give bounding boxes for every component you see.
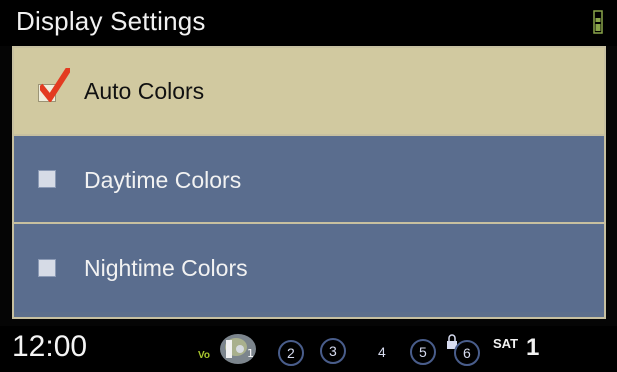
settings-panel: Auto Colors Daytime Colors Nightime Colo…: [12, 46, 606, 319]
preset-number-5: 5: [419, 344, 427, 360]
menu-item-label-auto-colors: Auto Colors: [84, 78, 205, 104]
page-title: Display Settings: [16, 6, 206, 36]
battery-signal-icon: [593, 10, 603, 34]
source-label: Vo: [198, 350, 211, 361]
menu-item-daytime-colors[interactable]: Daytime Colors: [14, 136, 604, 224]
status-bar: 12:00 Vo 1 2 3 4 5 6 SAT 1: [0, 326, 617, 372]
status-content: Vo 1 2 3 4 5 6 SAT 1: [190, 328, 580, 370]
preset-number-6: 6: [463, 345, 471, 361]
display-settings-screen: Display Settings Auto Colors Daytime Col…: [0, 0, 617, 372]
disc-media-icon[interactable]: 1: [216, 330, 260, 368]
preset-number-4: 4: [378, 344, 386, 360]
svg-text:1: 1: [247, 347, 254, 360]
preset-number-3: 3: [329, 343, 337, 359]
menu-item-nightime-colors[interactable]: Nightime Colors: [14, 224, 604, 312]
checkmark-icon: [40, 68, 70, 102]
checkbox-nightime-colors[interactable]: [38, 259, 56, 277]
menu-item-auto-colors[interactable]: Auto Colors: [14, 48, 604, 136]
checkbox-daytime-colors[interactable]: [38, 170, 56, 188]
preset-number-2: 2: [287, 345, 295, 361]
menu-item-label-daytime-colors: Daytime Colors: [84, 167, 242, 193]
title-bar: Display Settings: [0, 0, 617, 46]
menu-item-label-nightime-colors: Nightime Colors: [84, 255, 248, 281]
time-display: 12:00: [12, 330, 88, 363]
channel-number: 1: [526, 334, 540, 361]
sat-label: SAT: [493, 336, 519, 351]
